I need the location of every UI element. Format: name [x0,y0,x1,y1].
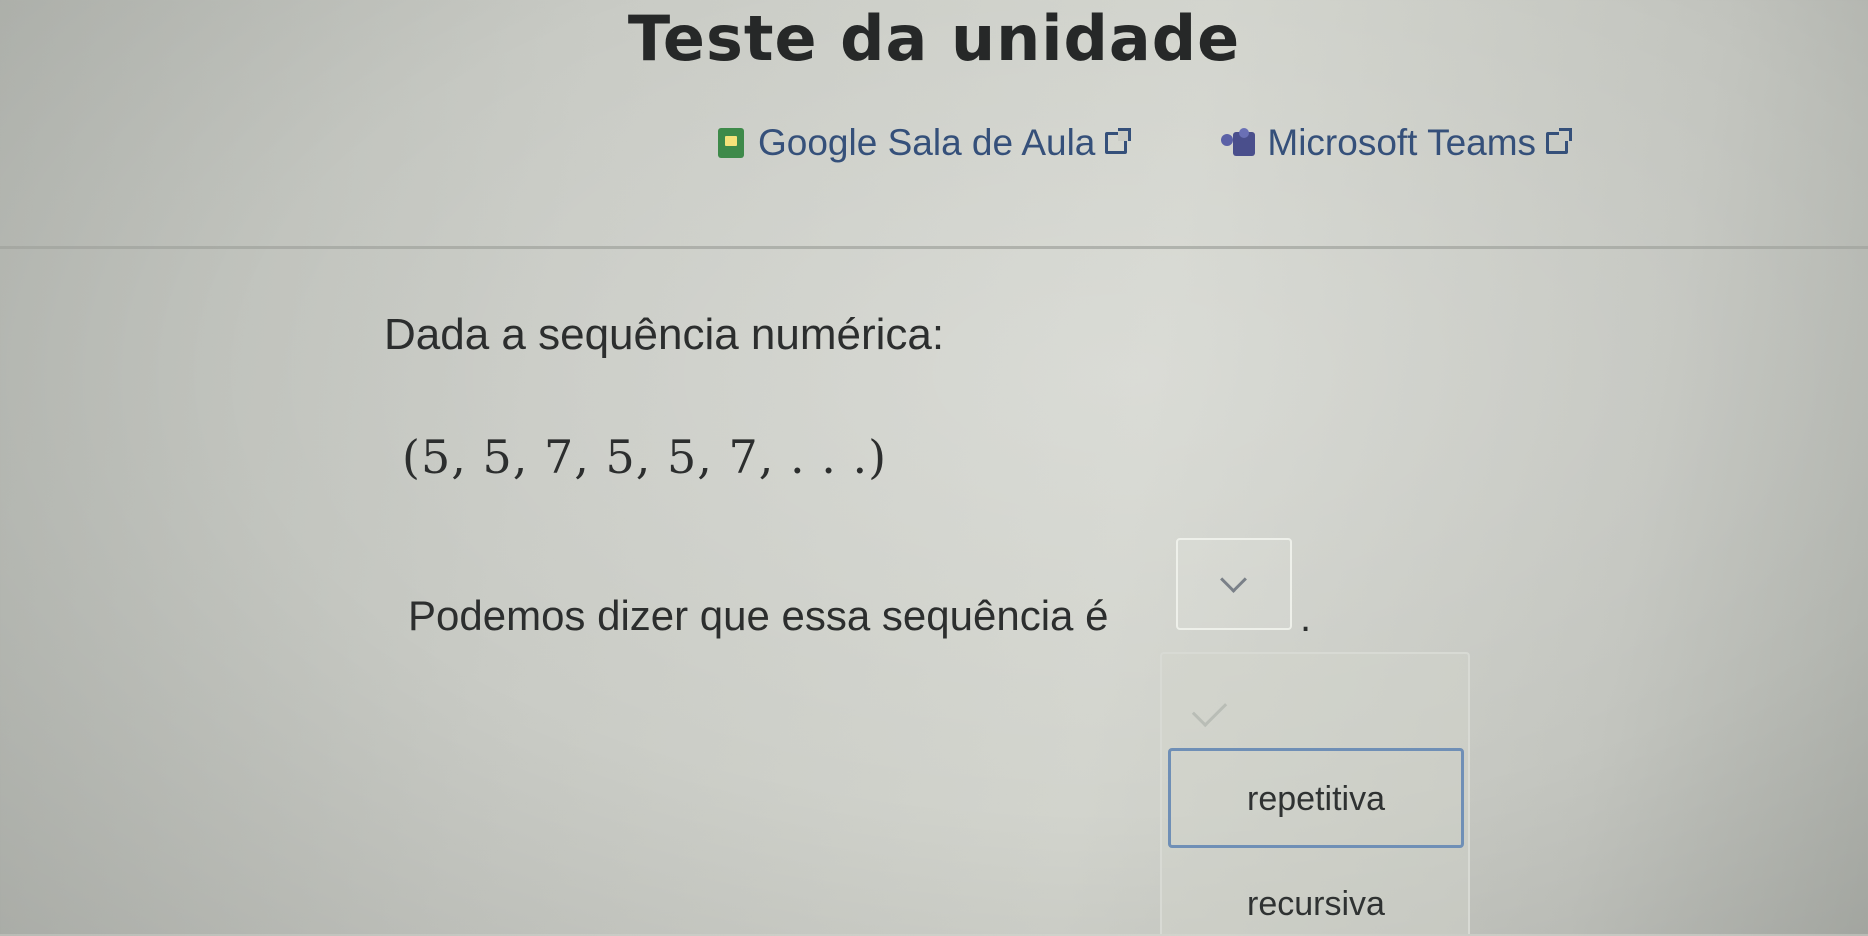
sentence-period: . [1300,596,1312,640]
dropdown-options-list: repetitiva recursiva [1160,652,1470,934]
microsoft-teams-label: Microsoft Teams [1267,122,1537,163]
google-classroom-link[interactable]: Google Sala de Aula [718,122,1132,164]
external-link-icon [1105,128,1132,154]
google-classroom-icon [718,128,744,158]
question-prompt: Podemos dizer que essa sequência é [408,592,1109,639]
answer-dropdown[interactable] [1176,538,1292,630]
number-sequence: (5, 5, 7, 5, 5, 7, . . .) [402,430,888,484]
microsoft-teams-icon [1219,128,1259,158]
google-classroom-label: Google Sala de Aula [758,122,1096,163]
check-icon [1191,691,1228,728]
external-link-icon [1546,128,1573,154]
page-title: Teste da unidade [627,2,1241,75]
option-recursiva[interactable]: recursiva [1168,876,1464,936]
microsoft-teams-link[interactable]: Microsoft Teams [1219,122,1573,164]
question-intro: Dada a sequência numérica: [384,310,945,359]
option-repetitiva[interactable]: repetitiva [1168,748,1464,848]
header-divider [0,246,1868,249]
share-links: Google Sala de Aula Microsoft Teams [718,122,1573,164]
chevron-down-icon [1220,566,1247,593]
